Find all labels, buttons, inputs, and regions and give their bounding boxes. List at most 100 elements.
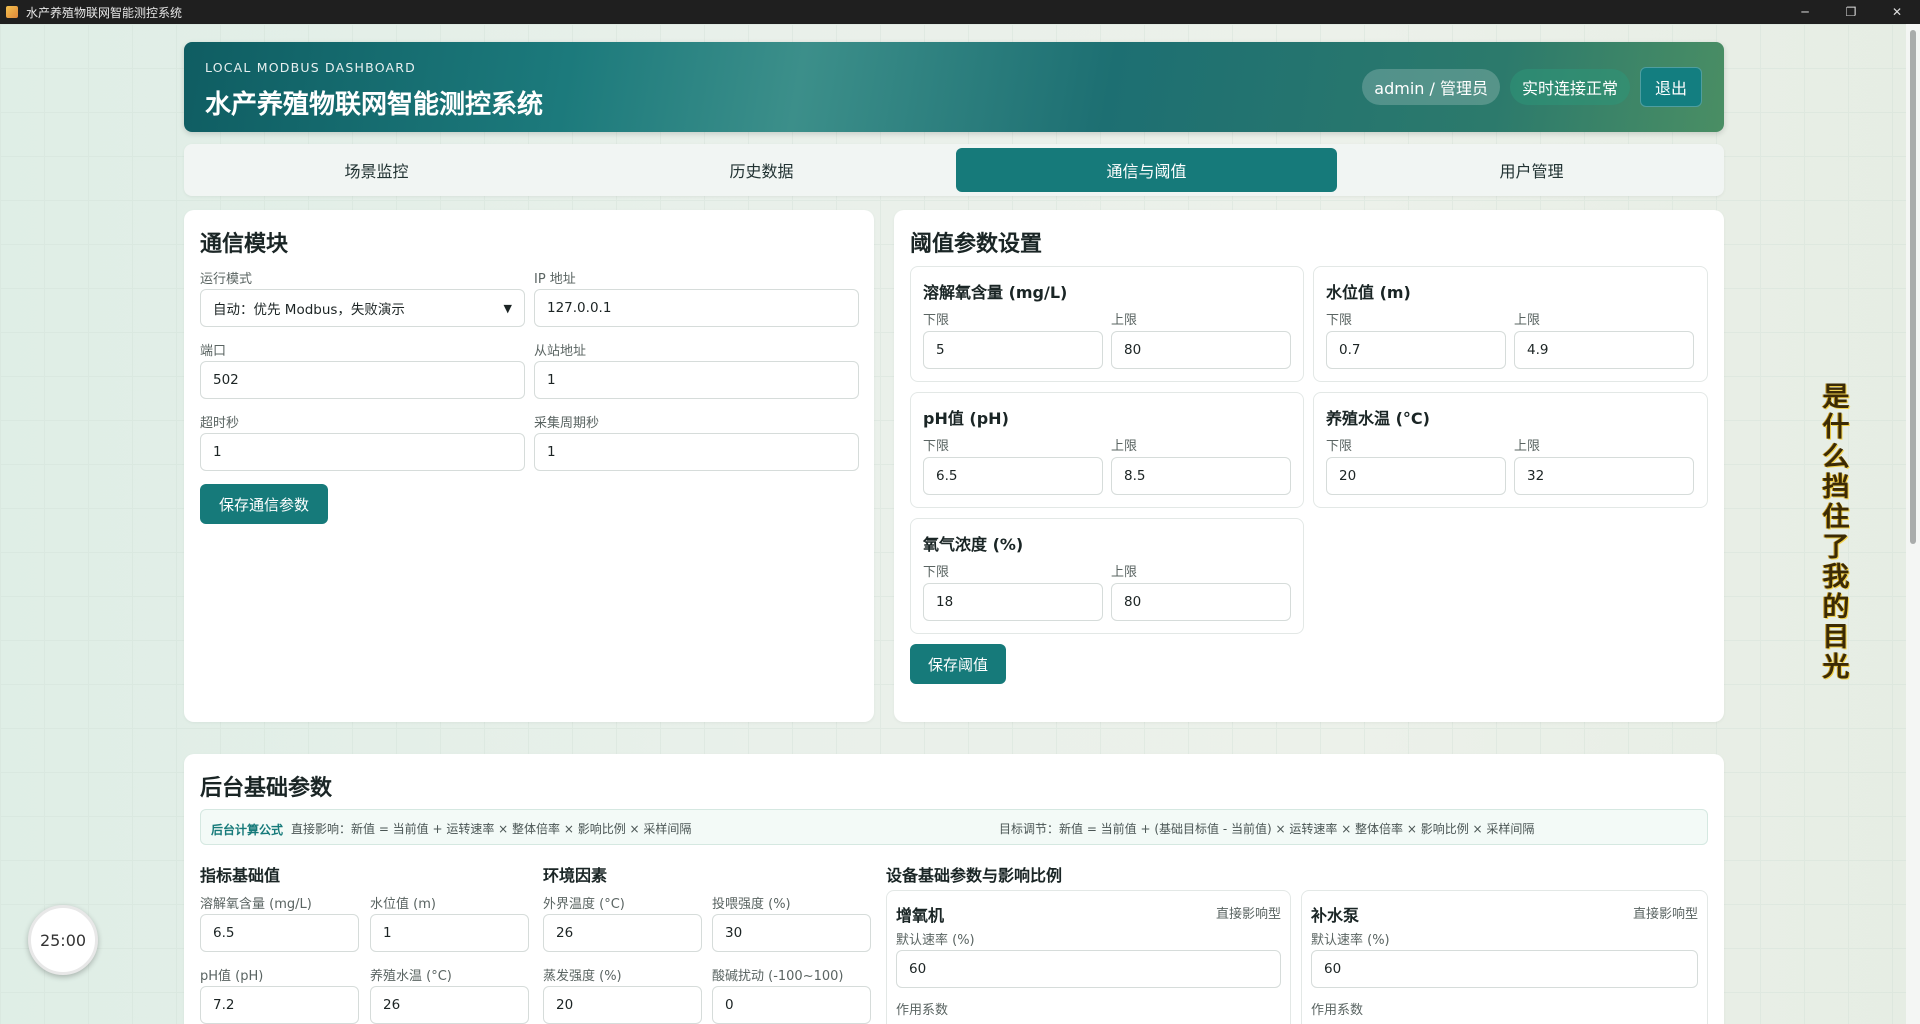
device-coef-label: 作用系数 [896, 1003, 949, 1018]
mode-label: 运行模式 [200, 272, 253, 287]
formula-box: 后台计算公式 直接影响：新值 = 当前值 + 运转速率 × 整体倍率 × 影响比… [200, 809, 1708, 845]
tab-user-management[interactable]: 用户管理 [1341, 148, 1722, 192]
device-coef-label: 作用系数 [1311, 1003, 1364, 1018]
threshold-card-temp: 养殖水温 (°C) 下限 上限 20 32 [1313, 392, 1708, 508]
low-label: 下限 [923, 565, 950, 580]
page-scrollbar[interactable] [1906, 24, 1920, 1024]
high-label: 上限 [1514, 439, 1541, 454]
comm-title: 通信模块 [200, 232, 289, 257]
ip-label: IP 地址 [534, 272, 576, 287]
base-temp-input[interactable]: 26 [370, 986, 529, 1024]
overlay-char: 光 [1822, 652, 1850, 683]
timeout-label: 超时秒 [200, 416, 240, 431]
overlay-char: 了 [1822, 532, 1850, 563]
level-high-input[interactable]: 4.9 [1514, 331, 1694, 369]
low-label: 下限 [1326, 439, 1353, 454]
mode-select[interactable]: 自动：优先 Modbus，失败演示 ▼ [200, 289, 525, 327]
overlay-char: 的 [1822, 592, 1850, 623]
header-subtitle: LOCAL MODBUS DASHBOARD [205, 60, 416, 75]
ph-high-input[interactable]: 8.5 [1111, 457, 1291, 495]
tab-scene-monitor[interactable]: 场景监控 [186, 148, 567, 192]
high-label: 上限 [1111, 313, 1138, 328]
do-low-input[interactable]: 5 [923, 331, 1103, 369]
device-rate-label: 默认速率 (%) [896, 933, 975, 948]
timer-widget[interactable]: 25:00 [28, 905, 98, 975]
overlay-char: 挡 [1822, 472, 1850, 503]
env-acid-input[interactable]: 0 [712, 986, 871, 1024]
save-threshold-button[interactable]: 保存阈值 [910, 644, 1006, 684]
device-name: 补水泵 [1311, 906, 1360, 925]
minimize-button[interactable]: ─ [1782, 0, 1828, 24]
tab-comm-threshold[interactable]: 通信与阈值 [956, 148, 1337, 192]
app-icon [6, 6, 18, 18]
pump-rate-input[interactable]: 60 [1311, 950, 1698, 988]
oxygen-high-input[interactable]: 80 [1111, 583, 1291, 621]
overlay-char: 是 [1822, 382, 1850, 413]
overlay-char: 么 [1822, 442, 1850, 473]
slave-input[interactable]: 1 [534, 361, 859, 399]
high-label: 上限 [1111, 565, 1138, 580]
main-tabs: 场景监控 历史数据 通信与阈值 用户管理 [184, 144, 1724, 196]
base-do-input[interactable]: 6.5 [200, 914, 359, 952]
device-title: 设备基础参数与影响比例 [886, 866, 1063, 885]
ip-input[interactable]: 127.0.0.1 [534, 289, 859, 327]
temp-high-input[interactable]: 32 [1514, 457, 1694, 495]
save-comm-button[interactable]: 保存通信参数 [200, 484, 328, 524]
oxygen-low-input[interactable]: 18 [923, 583, 1103, 621]
timeout-input[interactable]: 1 [200, 433, 525, 471]
threshold-name: 养殖水温 (°C) [1326, 409, 1430, 428]
restore-button[interactable]: ❐ [1828, 0, 1874, 24]
base-title: 指标基础值 [200, 866, 281, 885]
env-feed-label: 投喂强度 (%) [712, 897, 791, 912]
threshold-card-do: 溶解氧含量 (mg/L) 下限 上限 5 80 [910, 266, 1304, 382]
temp-low-input[interactable]: 20 [1326, 457, 1506, 495]
threshold-panel: 阈值参数设置 溶解氧含量 (mg/L) 下限 上限 5 80 水位值 (m) 下… [894, 210, 1724, 722]
threshold-name: pH值 (pH) [923, 409, 1009, 428]
period-input[interactable]: 1 [534, 433, 859, 471]
threshold-card-ph: pH值 (pH) 下限 上限 6.5 8.5 [910, 392, 1304, 508]
backend-title: 后台基础参数 [200, 776, 333, 801]
device-rate-label: 默认速率 (%) [1311, 933, 1390, 948]
formula-direct: 直接影响：新值 = 当前值 + 运转速率 × 整体倍率 × 影响比例 × 采样间… [291, 822, 692, 836]
level-low-input[interactable]: 0.7 [1326, 331, 1506, 369]
mode-value: 自动：优先 Modbus，失败演示 [213, 302, 405, 318]
device-name: 增氧机 [896, 906, 945, 925]
env-title: 环境因素 [543, 866, 608, 885]
overlay-char: 住 [1822, 502, 1850, 533]
close-button[interactable]: ✕ [1874, 0, 1920, 24]
port-input[interactable]: 502 [200, 361, 525, 399]
scrollbar-thumb[interactable] [1910, 30, 1916, 544]
aerator-rate-input[interactable]: 60 [896, 950, 1281, 988]
tab-history[interactable]: 历史数据 [571, 148, 952, 192]
base-level-input[interactable]: 1 [370, 914, 529, 952]
logout-button[interactable]: 退出 [1639, 67, 1702, 107]
env-evap-input[interactable]: 20 [543, 986, 702, 1024]
low-label: 下限 [1326, 313, 1353, 328]
low-label: 下限 [923, 313, 950, 328]
env-temp-input[interactable]: 26 [543, 914, 702, 952]
low-label: 下限 [923, 439, 950, 454]
window-titlebar: 水产养殖物联网智能测控系统 ─ ❐ ✕ [0, 0, 1920, 24]
connection-status-badge: 实时连接正常 [1509, 69, 1630, 105]
user-badge: admin / 管理员 [1362, 69, 1500, 105]
env-temp-label: 外界温度 (°C) [543, 897, 625, 912]
base-ph-input[interactable]: 7.2 [200, 986, 359, 1024]
threshold-card-level: 水位值 (m) 下限 上限 0.7 4.9 [1313, 266, 1708, 382]
period-label: 采集周期秒 [534, 416, 600, 431]
do-high-input[interactable]: 80 [1111, 331, 1291, 369]
high-label: 上限 [1111, 439, 1138, 454]
env-feed-input[interactable]: 30 [712, 914, 871, 952]
ph-low-input[interactable]: 6.5 [923, 457, 1103, 495]
dashboard: LOCAL MODBUS DASHBOARD 水产养殖物联网智能测控系统 adm… [184, 42, 1724, 196]
base-temp-label: 养殖水温 (°C) [370, 969, 452, 984]
device-card-pump: 补水泵 直接影响型 默认速率 (%) 60 作用系数 [1301, 890, 1708, 1024]
high-label: 上限 [1514, 313, 1541, 328]
threshold-card-oxygen: 氧气浓度 (%) 下限 上限 18 80 [910, 518, 1304, 634]
base-ph-label: pH值 (pH) [200, 969, 264, 984]
page-title: 水产养殖物联网智能测控系统 [205, 90, 544, 120]
threshold-name: 氧气浓度 (%) [923, 535, 1024, 554]
env-acid-label: 酸碱扰动 (-100~100) [712, 969, 844, 984]
comm-panel: 通信模块 运行模式 自动：优先 Modbus，失败演示 ▼ IP 地址 127.… [184, 210, 874, 722]
app-header: LOCAL MODBUS DASHBOARD 水产养殖物联网智能测控系统 adm… [184, 42, 1724, 132]
threshold-title: 阈值参数设置 [910, 232, 1043, 257]
